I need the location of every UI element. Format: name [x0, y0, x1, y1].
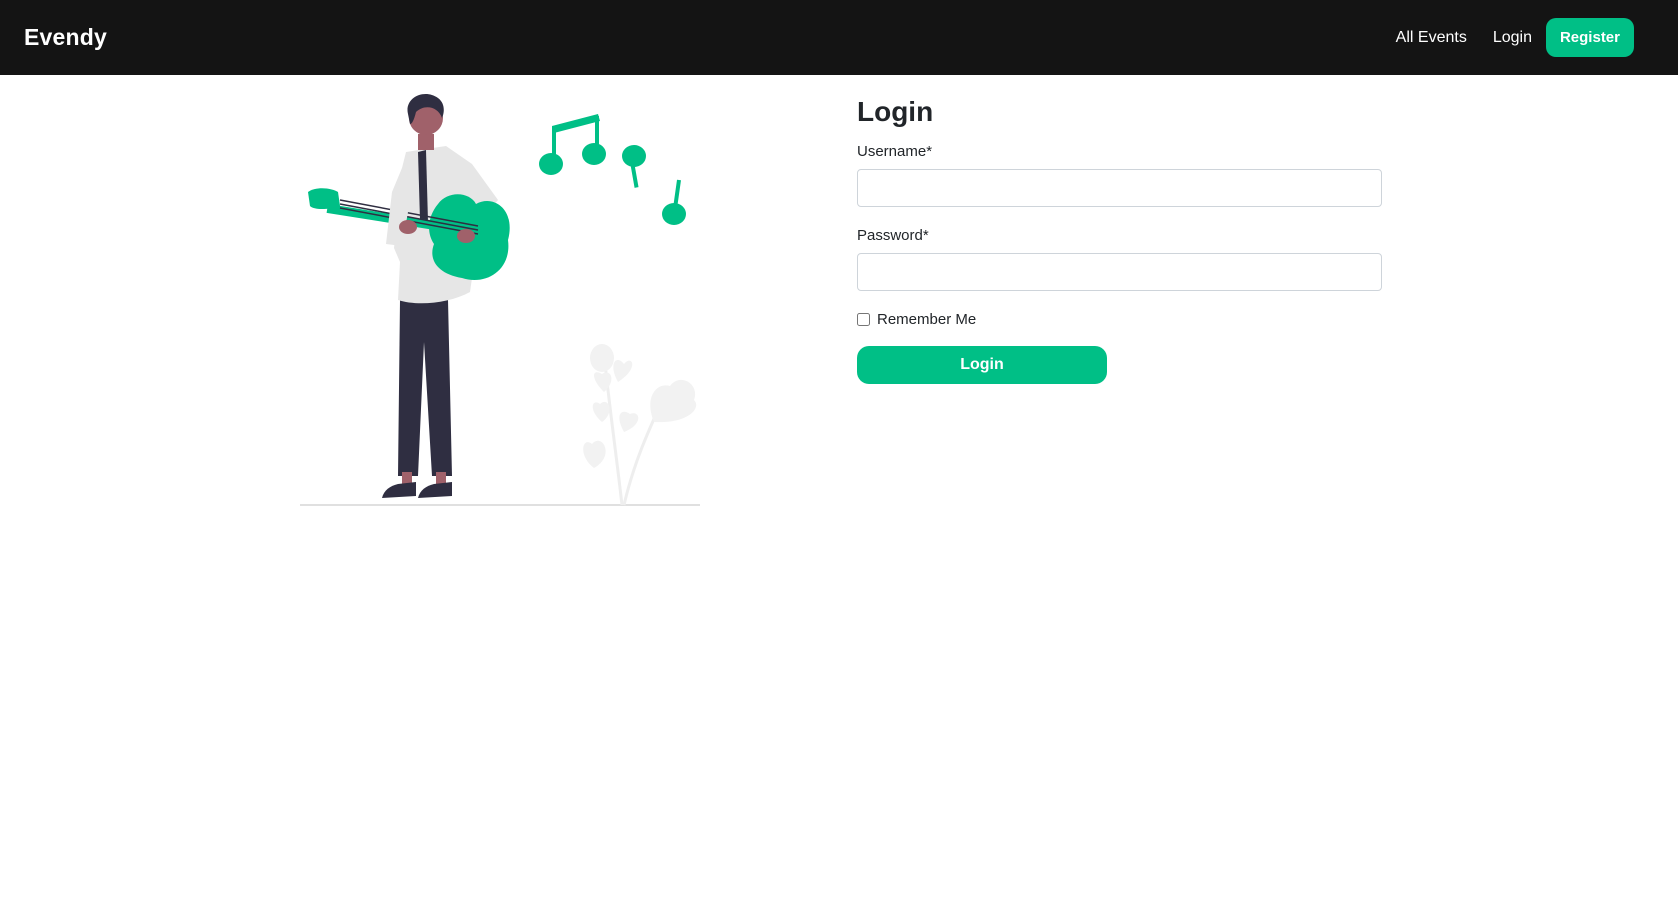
password-label: Password*: [857, 227, 929, 244]
brand-logo[interactable]: Evendy: [24, 24, 107, 51]
nav-links: All Events Login Register: [1396, 18, 1634, 57]
register-button[interactable]: Register: [1545, 18, 1634, 57]
login-form: Login Username* Password* Remember Me Lo…: [857, 96, 1382, 384]
page-title: Login: [857, 96, 934, 127]
music-notes-icon: [539, 114, 686, 225]
guitar-player-illustration: [298, 92, 700, 510]
remember-me-row: Remember Me: [857, 311, 1382, 328]
username-input[interactable]: [857, 169, 1382, 207]
plant-icon: [583, 344, 697, 506]
top-navbar: Evendy All Events Login Register: [0, 0, 1678, 75]
nav-link-login[interactable]: Login: [1493, 29, 1532, 47]
username-label: Username*: [857, 143, 933, 160]
remember-me-label: Remember Me: [877, 311, 977, 328]
password-input[interactable]: [857, 253, 1382, 291]
remember-me-checkbox[interactable]: [857, 313, 870, 326]
login-submit-button[interactable]: Login: [857, 346, 1107, 384]
nav-link-all-events[interactable]: All Events: [1396, 29, 1467, 47]
